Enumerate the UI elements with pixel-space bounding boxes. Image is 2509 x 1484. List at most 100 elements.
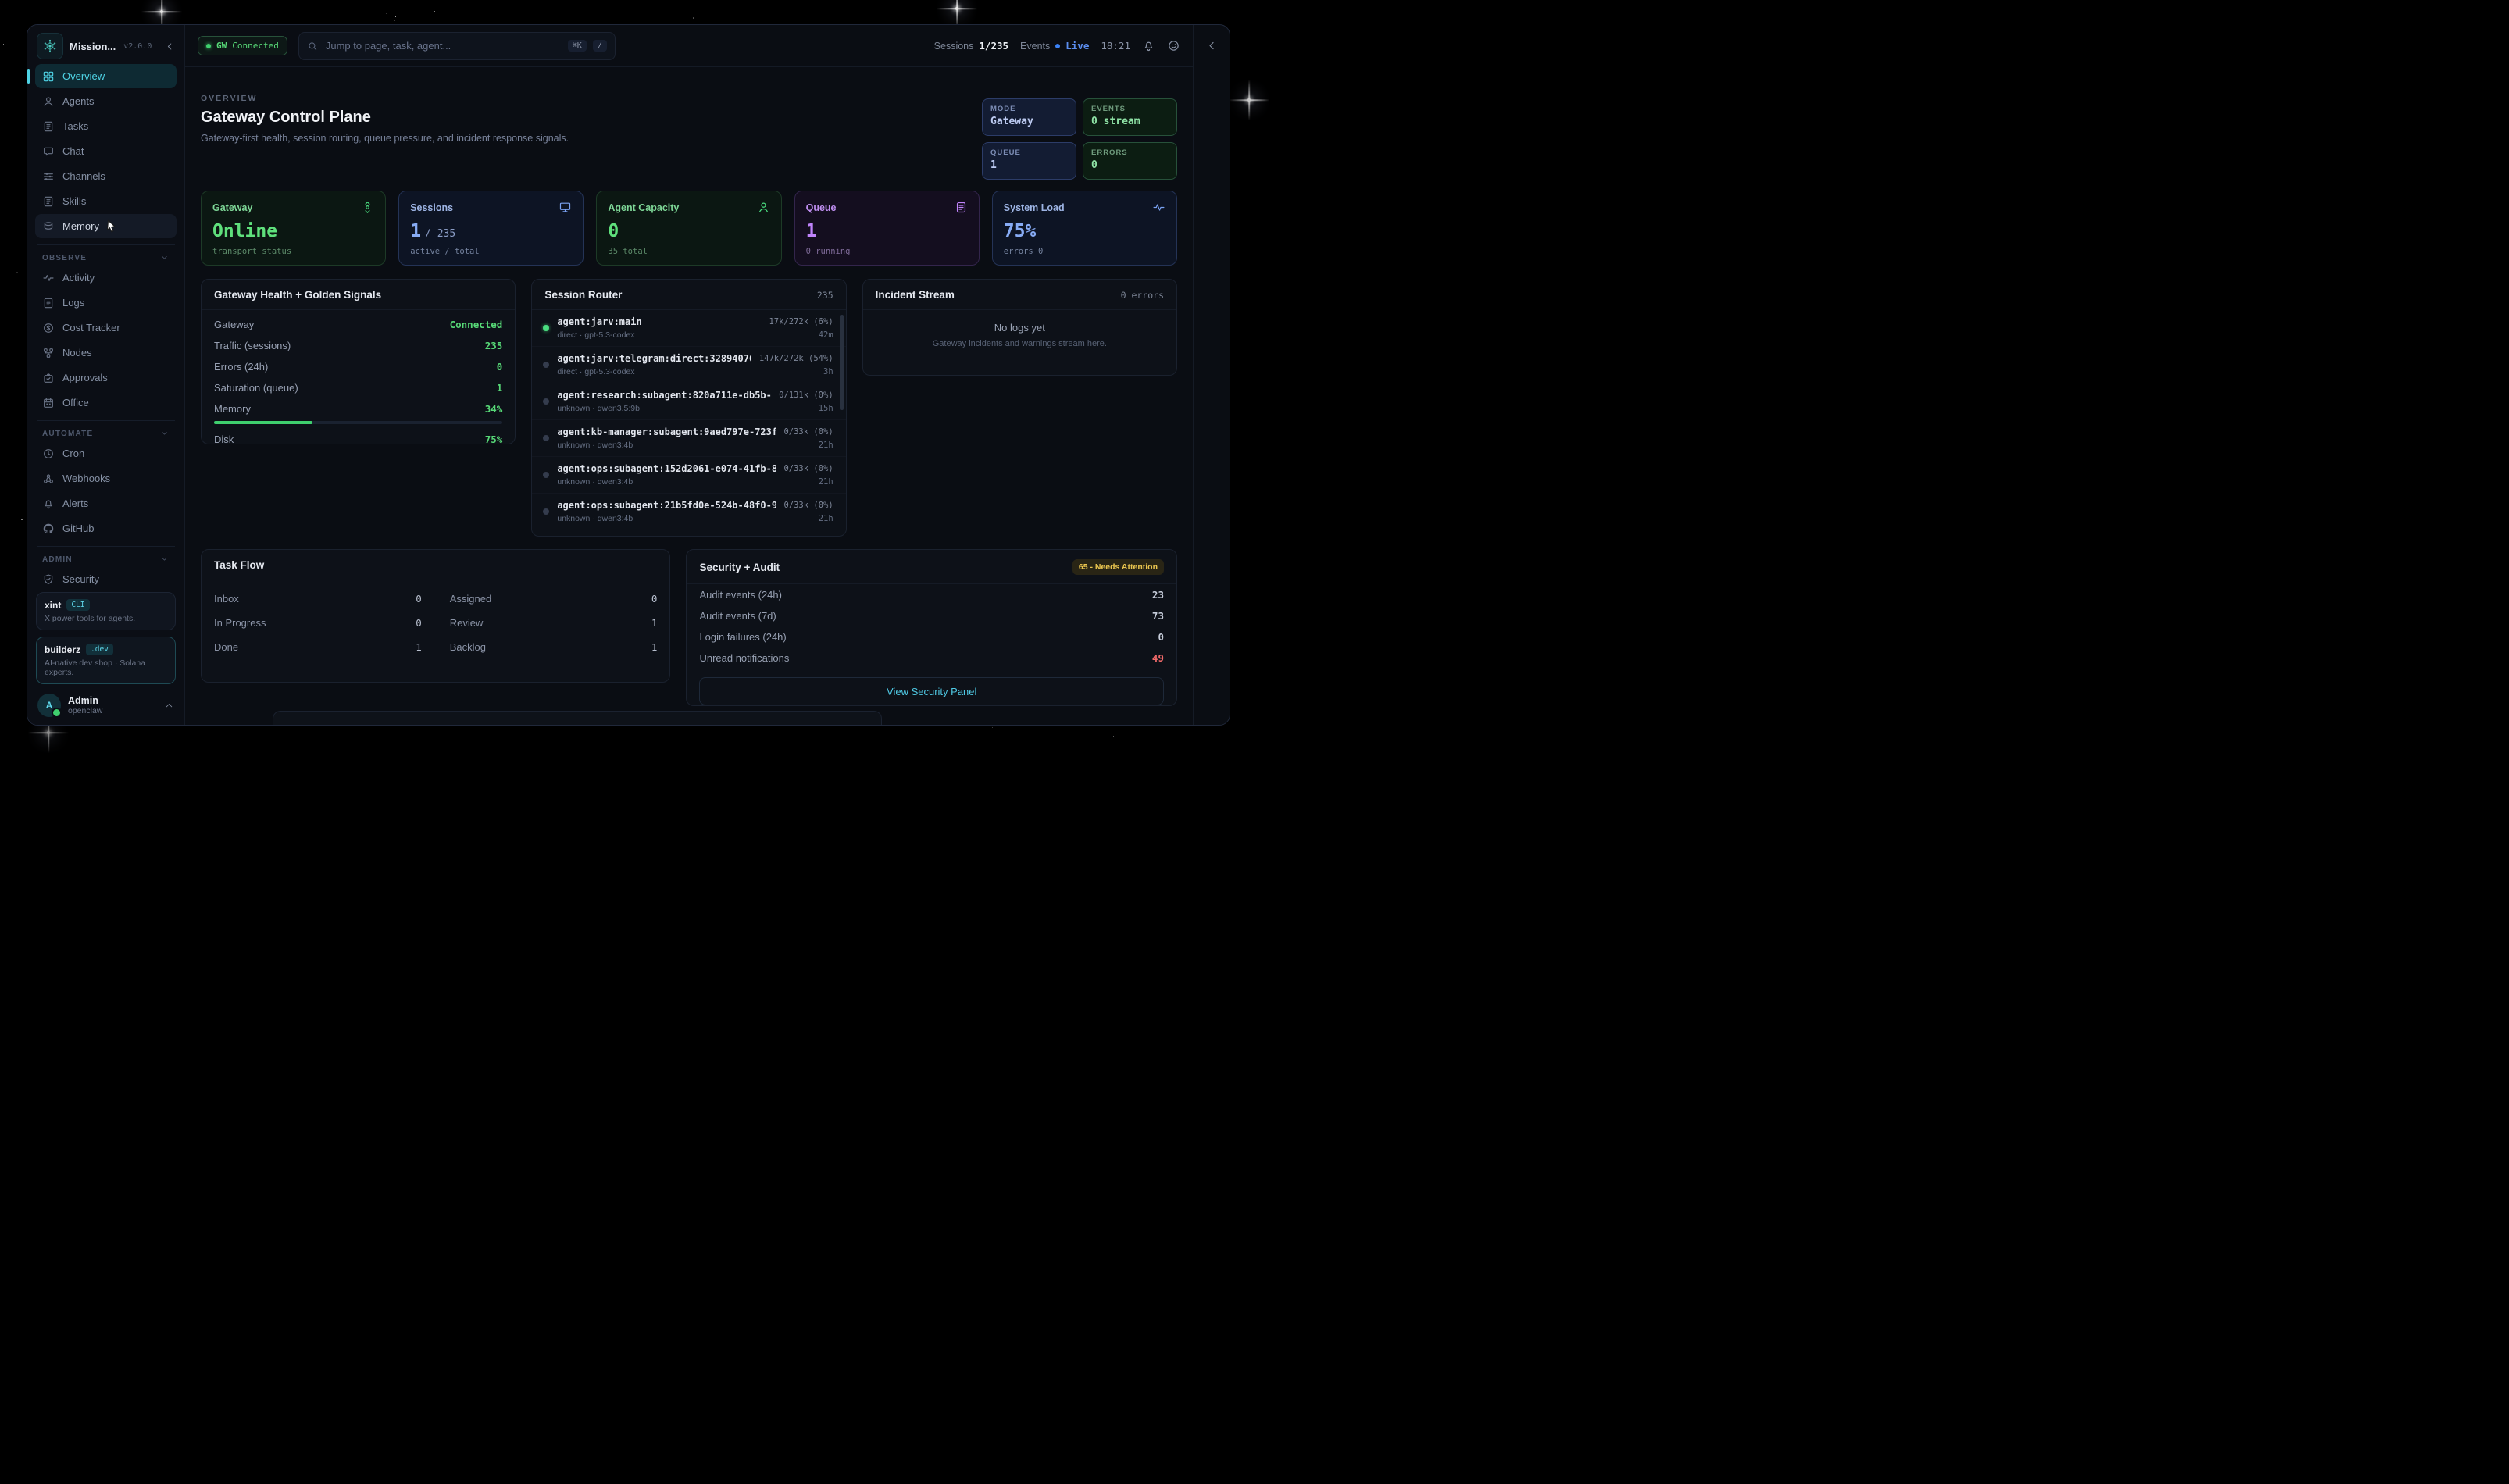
sidebar-item-label: Office	[62, 397, 89, 408]
security-row-unread-notifications: Unread notifications49	[687, 647, 1176, 669]
session-status-dot	[543, 508, 549, 515]
session-usage: 0/131k (0%)	[779, 389, 833, 401]
health-row-traffic-sessions: Traffic (sessions)235	[202, 335, 515, 356]
section-header-observe[interactable]: OBSERVE	[35, 251, 177, 266]
task-flow-cell-review: Review1	[437, 611, 670, 635]
sidebar-collapse-icon[interactable]	[165, 41, 175, 52]
sidebar-item-approvals[interactable]: Approvals	[35, 366, 177, 390]
sidebar-section-admin: ADMIN Security	[35, 546, 177, 591]
bottom-panels-row: Task Flow Inbox0Assigned0In Progress0Rev…	[201, 549, 1177, 706]
session-row[interactable]: agent:jarv:maindirect · gpt-5.3-codex17k…	[532, 310, 845, 347]
user-org: openclaw	[68, 706, 102, 716]
sessions-value: 1/235	[979, 40, 1008, 52]
sidebar-item-channels[interactable]: Channels	[35, 164, 177, 188]
topbar: GW Connected ⌘K / Sessions 1/235 Events …	[185, 25, 1193, 67]
user-icon	[757, 201, 770, 214]
sidebar-item-logs[interactable]: Logs	[35, 291, 177, 315]
app-version: v2.0.0	[123, 42, 152, 51]
expand-panel-chevron-left-icon[interactable]	[1206, 40, 1218, 52]
section-header-admin[interactable]: ADMIN	[35, 552, 177, 567]
metric-card-gateway[interactable]: GatewayOnlinetransport status	[201, 191, 386, 266]
metric-sublabel: active / total	[410, 247, 572, 256]
logs-icon	[42, 297, 55, 309]
panel-header: Security + Audit 65 - Needs Attention	[687, 550, 1176, 584]
metric-card-agent-capacity[interactable]: Agent Capacity035 total	[596, 191, 781, 266]
promo-card-builderz[interactable]: builderz.devAI-native dev shop · Solana …	[36, 637, 176, 684]
sidebar-item-office[interactable]: Office	[35, 391, 177, 415]
sidebar-item-nodes[interactable]: Nodes	[35, 341, 177, 365]
panel-header: Incident Stream 0 errors	[863, 280, 1176, 310]
sidebar-item-label: Webhooks	[62, 473, 110, 484]
session-meta: direct · gpt-5.3-codex	[557, 330, 761, 341]
sidebar-item-memory[interactable]: Memory	[35, 214, 177, 238]
metric-value: 1/ 235	[410, 221, 572, 241]
metric-card-sessions[interactable]: Sessions1/ 235active / total	[398, 191, 584, 266]
sidebar-promo-cards: xintCLIX power tools for agents. builderz…	[35, 592, 177, 690]
memory-icon	[42, 220, 55, 233]
clock: 18:21	[1101, 40, 1130, 52]
metric-card-queue[interactable]: Queue10 running	[794, 191, 980, 266]
session-row[interactable]: agent:research:subagent:820a711e-db5b-4e…	[532, 383, 845, 420]
sidebar-item-cost-tracker[interactable]: Cost Tracker	[35, 316, 177, 340]
section-header-automate[interactable]: AUTOMATE	[35, 426, 177, 441]
sidebar-item-github[interactable]: GitHub	[35, 516, 177, 540]
panel-header: Task Flow	[202, 550, 669, 580]
monitor-icon	[559, 201, 572, 214]
status-badge-errors: ERRORS0	[1083, 142, 1177, 180]
sidebar-item-tasks[interactable]: Tasks	[35, 114, 177, 138]
sidebar-item-activity[interactable]: Activity	[35, 266, 177, 290]
sessions-counter: Sessions 1/235	[934, 40, 1008, 52]
gateway-health-panel: Gateway Health + Golden Signals GatewayC…	[201, 279, 516, 444]
needs-attention-badge: 65 - Needs Attention	[1072, 559, 1164, 575]
sidebar-item-webhooks[interactable]: Webhooks	[35, 466, 177, 491]
pulse-icon	[1152, 201, 1165, 214]
office-icon	[42, 397, 55, 409]
activity-icon	[42, 272, 55, 284]
sidebar-item-security[interactable]: Security	[35, 567, 177, 591]
metric-card-system-load[interactable]: System Load75%errors 0	[992, 191, 1177, 266]
session-row[interactable]: agent:ops:subagent:152d2061-e074-41fb-8e…	[532, 457, 845, 494]
sidebar-item-label: Security	[62, 573, 99, 585]
sidebar-item-overview[interactable]: Overview	[35, 64, 177, 88]
metric-sublabel: transport status	[212, 247, 374, 256]
status-badge-queue: QUEUE1	[982, 142, 1076, 180]
session-list: agent:jarv:maindirect · gpt-5.3-codex17k…	[532, 310, 845, 533]
panel-header: Gateway Health + Golden Signals	[202, 280, 515, 310]
page-header: OVERVIEW Gateway Control Plane Gateway-f…	[201, 94, 1177, 169]
security-row-audit-events-24h: Audit events (24h)23	[687, 584, 1176, 605]
search-input[interactable]	[324, 39, 562, 52]
sidebar-item-agents[interactable]: Agents	[35, 89, 177, 113]
promo-card-xint[interactable]: xintCLIX power tools for agents.	[36, 592, 176, 630]
session-meta: unknown · qwen3.5:9b	[557, 404, 771, 414]
session-row[interactable]: agent:ops:subagent:…	[532, 530, 845, 533]
partially-visible-panel	[273, 711, 882, 725]
metric-value: 0	[608, 221, 769, 241]
metric-value: Online	[212, 221, 374, 241]
sidebar-item-alerts[interactable]: Alerts	[35, 491, 177, 515]
smiley-icon[interactable]	[1167, 39, 1180, 52]
view-security-panel-button[interactable]: View Security Panel	[699, 677, 1164, 705]
session-row[interactable]: agent:jarv:telegram:direct:328940762dire…	[532, 347, 845, 383]
sidebar-item-chat[interactable]: Chat	[35, 139, 177, 163]
session-row[interactable]: agent:ops:subagent:21b5fd0e-524b-48f0-99…	[532, 494, 845, 530]
empty-title: No logs yet	[863, 322, 1176, 334]
session-usage: 147k/272k (54%)	[759, 352, 833, 365]
session-count: 235	[817, 290, 833, 301]
sidebar-item-label: GitHub	[62, 523, 94, 534]
sidebar-item-skills[interactable]: Skills	[35, 189, 177, 213]
header-status-badges: MODEGatewayEVENTS0 streamQUEUE1ERRORS0	[982, 98, 1177, 180]
alerts-icon	[42, 498, 55, 510]
session-row[interactable]: agent:kb-manager:subagent:9aed797e-723f-…	[532, 420, 845, 457]
approvals-icon	[42, 372, 55, 384]
sidebar-item-label: Approvals	[62, 372, 108, 383]
scrollbar-thumb[interactable]	[840, 315, 844, 410]
sidebar-section-observe: OBSERVEActivityLogsCost TrackerNodes Appr…	[35, 244, 177, 415]
session-age: 3h	[759, 367, 833, 377]
sidebar-item-cron[interactable]: Cron	[35, 441, 177, 466]
memory-progress-bar	[214, 421, 502, 424]
kbd-cmd-k: ⌘K	[568, 40, 587, 52]
bell-icon[interactable]	[1142, 39, 1155, 52]
chat-icon	[42, 145, 55, 158]
global-search[interactable]: ⌘K /	[298, 32, 616, 60]
user-menu[interactable]: A Admin openclaw	[35, 690, 177, 717]
